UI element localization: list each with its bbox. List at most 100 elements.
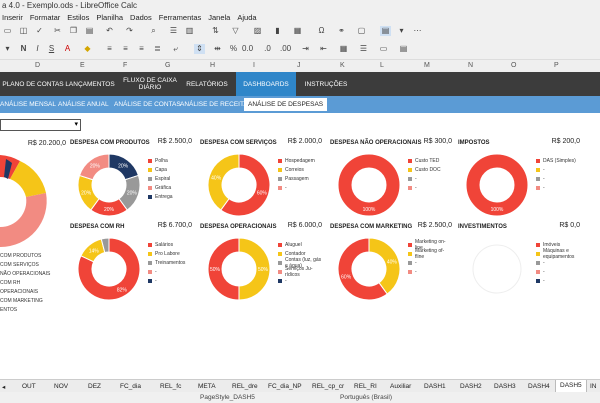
style-icon[interactable]: ▾ bbox=[2, 44, 13, 54]
valign-center-icon[interactable]: ⇹ bbox=[212, 44, 223, 54]
decimal-icon[interactable]: 0.0 bbox=[242, 44, 253, 54]
undo-icon[interactable]: ↶ bbox=[104, 26, 115, 36]
nav-lancamentos[interactable]: LANÇAMENTOS bbox=[65, 72, 114, 96]
underline-icon[interactable]: S bbox=[46, 44, 57, 54]
col-header-i[interactable]: I bbox=[253, 62, 255, 69]
cond-format-icon[interactable]: ▤ bbox=[398, 44, 409, 54]
slice-label: 60% bbox=[341, 274, 352, 280]
wrap-icon[interactable]: ⤶ bbox=[170, 44, 181, 54]
sheet-tab-meta[interactable]: META bbox=[198, 383, 216, 390]
menu-planilha[interactable]: Planilha bbox=[96, 13, 123, 22]
menu-estilos[interactable]: Estilos bbox=[67, 13, 89, 22]
find-icon[interactable]: ⌕ bbox=[148, 26, 159, 36]
subnav-analise-anual[interactable]: ANÁLISE ANUAL bbox=[58, 96, 109, 113]
sheet-tab-dash2[interactable]: DASH2 bbox=[460, 383, 482, 390]
redo-icon[interactable]: ↷ bbox=[124, 26, 135, 36]
col-header-o[interactable]: O bbox=[511, 62, 516, 69]
sheet-tab-rel-fc[interactable]: REL_fc bbox=[160, 383, 181, 390]
pivot-icon[interactable]: ▦ bbox=[292, 26, 303, 36]
paste-icon[interactable]: ▤ bbox=[84, 26, 95, 36]
col-header-g[interactable]: G bbox=[165, 62, 170, 69]
menu-inserir[interactable]: Inserir bbox=[2, 13, 23, 22]
subnav-analise-mensal[interactable]: ANÁLISE MENSAL bbox=[0, 96, 56, 113]
col-header-j[interactable]: J bbox=[297, 62, 301, 69]
col-header-h[interactable]: H bbox=[210, 62, 215, 69]
spellcheck-icon[interactable]: ✓ bbox=[34, 26, 45, 36]
align-left-icon[interactable]: ≡ bbox=[104, 44, 115, 54]
outdent-icon[interactable]: ⇤ bbox=[318, 44, 329, 54]
italic-icon[interactable]: I bbox=[32, 44, 43, 54]
nav-relatorios[interactable]: RELATÓRIOS bbox=[182, 72, 232, 96]
shapes-icon[interactable]: ⋯ bbox=[412, 26, 423, 36]
highlight-icon[interactable]: ◆ bbox=[82, 44, 93, 54]
total-legend-item: COM MARKETING bbox=[0, 298, 43, 304]
col-header-p[interactable]: P bbox=[554, 62, 559, 69]
freeze-icon[interactable]: ▤ bbox=[380, 26, 391, 36]
col-header-m[interactable]: M bbox=[424, 62, 430, 69]
percent-icon[interactable]: % bbox=[228, 44, 239, 54]
sheet-tab-dez[interactable]: DEZ bbox=[88, 383, 101, 390]
link-icon[interactable]: ⚭ bbox=[336, 26, 347, 36]
sheet-tab-dash1[interactable]: DASH1 bbox=[424, 383, 446, 390]
sort-icon[interactable]: ⇅ bbox=[210, 26, 221, 36]
tab-nav-icon[interactable]: ◂ bbox=[2, 383, 5, 391]
split-icon[interactable]: ▾ bbox=[396, 26, 407, 36]
menu-dados[interactable]: Dados bbox=[130, 13, 152, 22]
subnav-analise-despesas[interactable]: ANÁLISE DE DESPESAS bbox=[244, 98, 328, 111]
sheet-tab-dash4[interactable]: DASH4 bbox=[528, 383, 550, 390]
col-header-k[interactable]: K bbox=[340, 62, 345, 69]
sheet-tab-dash3[interactable]: DASH3 bbox=[494, 383, 516, 390]
period-select[interactable]: ▾ bbox=[0, 119, 81, 131]
panel-3: DESPESA NÃO OPERACIONAIS R$ 300,0 100% Cust… bbox=[330, 138, 452, 218]
col-header-d[interactable]: D bbox=[35, 62, 40, 69]
image-icon[interactable]: ▨ bbox=[252, 26, 263, 36]
col-header-e[interactable]: E bbox=[80, 62, 85, 69]
justify-icon[interactable]: ≣ bbox=[152, 44, 163, 54]
preview-icon[interactable]: ◫ bbox=[18, 26, 29, 36]
sheet-tab-in[interactable]: IN bbox=[590, 383, 597, 390]
align-center-icon[interactable]: ≡ bbox=[120, 44, 131, 54]
nav-fluxo-de-caixa[interactable]: FLUXO DE CAIXA DIÁRIO bbox=[118, 72, 182, 96]
sheet-tab-fc-dia[interactable]: FC_dia bbox=[120, 383, 141, 390]
sheet-tab-out[interactable]: OUT bbox=[22, 383, 36, 390]
menu-ferramentas[interactable]: Ferramentas bbox=[159, 13, 202, 22]
filter-icon[interactable]: ▽ bbox=[230, 26, 241, 36]
sheet-tab-nov[interactable]: NOV bbox=[54, 383, 68, 390]
nav-instrucoes[interactable]: INSTRUÇÕES bbox=[296, 72, 356, 96]
copy-icon[interactable]: ❐ bbox=[68, 26, 79, 36]
valign-icon[interactable]: ⇕ bbox=[194, 44, 205, 54]
comment-icon[interactable]: ▢ bbox=[356, 26, 367, 36]
bold-icon[interactable]: N bbox=[18, 44, 29, 54]
menu-janela[interactable]: Janela bbox=[208, 13, 230, 22]
font-color-icon[interactable]: A bbox=[62, 44, 73, 54]
border-color-icon[interactable]: ▭ bbox=[378, 44, 389, 54]
rows-icon[interactable]: ☰ bbox=[168, 26, 179, 36]
nav-plano-de-contas[interactable]: PLANO DE CONTAS bbox=[0, 72, 66, 96]
sheet-tab-rel-ri[interactable]: REL_RI bbox=[354, 383, 377, 390]
cut-icon[interactable]: ✂ bbox=[52, 26, 63, 36]
print-icon[interactable]: ▭ bbox=[2, 26, 13, 36]
nav-dashboards[interactable]: DASHBOARDS bbox=[236, 72, 296, 96]
menu-ajuda[interactable]: Ajuda bbox=[237, 13, 256, 22]
sheet-tab-fc-dia-np[interactable]: FC_dia_NP bbox=[268, 383, 302, 390]
chart-icon[interactable]: ▮ bbox=[272, 26, 283, 36]
add-decimal-icon[interactable]: .0 bbox=[262, 44, 273, 54]
sheet-tab-rel-dre[interactable]: REL_dre bbox=[232, 383, 258, 390]
border-icon[interactable]: ▦ bbox=[338, 44, 349, 54]
subnav-analise-receitas[interactable]: ANÁLISE DE RECEITAS bbox=[180, 96, 252, 113]
col-header-l[interactable]: L bbox=[380, 62, 384, 69]
panel-title: DESPESA OPERACIONAIS bbox=[200, 224, 277, 230]
subnav-analise-contas[interactable]: ANÁLISE DE CONTAS bbox=[114, 96, 181, 113]
indent-icon[interactable]: ⇥ bbox=[300, 44, 311, 54]
sheet-tab-rel-cp-cr[interactable]: REL_cp_cr bbox=[312, 383, 344, 390]
remove-decimal-icon[interactable]: .00 bbox=[280, 44, 291, 54]
columns-icon[interactable]: ▥ bbox=[184, 26, 195, 36]
special-char-icon[interactable]: Ω bbox=[316, 26, 327, 36]
col-header-n[interactable]: N bbox=[468, 62, 473, 69]
menu-formatar[interactable]: Formatar bbox=[30, 13, 60, 22]
col-header-f[interactable]: F bbox=[123, 62, 127, 69]
sheet-tab-auxiliar[interactable]: Auxiliar bbox=[390, 383, 411, 390]
align-right-icon[interactable]: ≡ bbox=[136, 44, 147, 54]
legend-item: Salários bbox=[148, 242, 192, 248]
border-style-icon[interactable]: ☰ bbox=[358, 44, 369, 54]
